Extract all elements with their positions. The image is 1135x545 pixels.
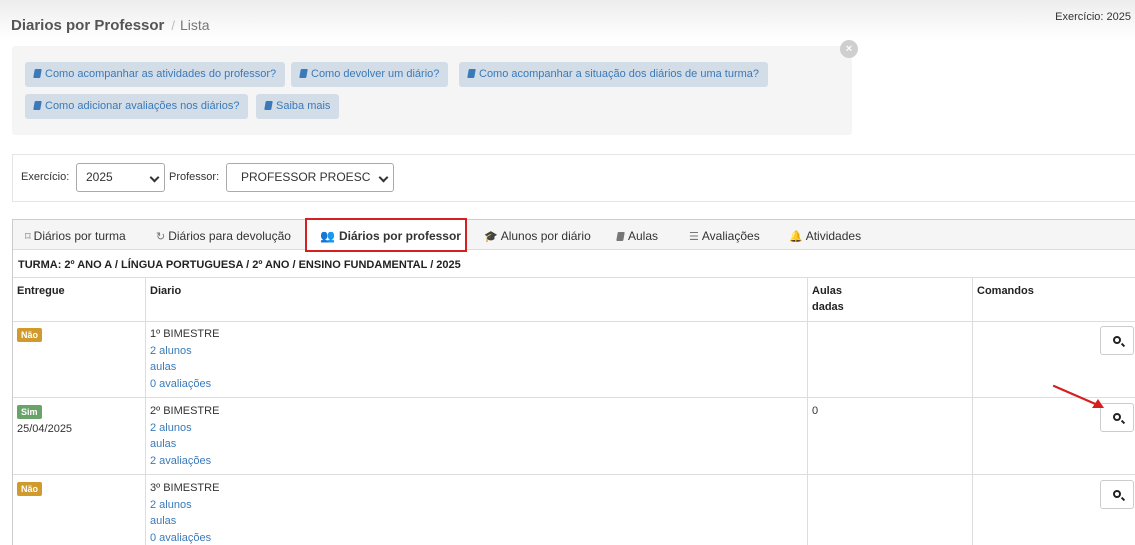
diario-cell: 2º BIMESTRE 2 alunos aulas 2 avaliações [150, 403, 219, 469]
book-icon [467, 69, 476, 78]
bimestre-label: 2º BIMESTRE [150, 405, 220, 417]
status-badge: Não [17, 482, 43, 496]
chevron-down-icon [378, 172, 389, 183]
annotation-arrow-icon [1052, 384, 1104, 408]
row-divider [13, 321, 1135, 322]
alunos-link[interactable]: 2 alunos [150, 420, 219, 437]
tab-diarios-por-professor[interactable]: 👥 Diários por professor [305, 218, 467, 252]
bookmark-icon: ⌑ [25, 231, 31, 243]
page-title: Diarios por Professor [11, 17, 165, 34]
header-comandos: Comandos [977, 285, 1034, 297]
exercicio-select[interactable]: 2025 [76, 163, 165, 192]
diario-cell: 3º BIMESTRE 2 alunos aulas 0 avaliações [150, 480, 219, 545]
entregue-cell: Não [17, 481, 43, 498]
help-link-saiba-mais[interactable]: Saiba mais [256, 94, 340, 119]
bell-icon: 🔔 [789, 231, 803, 243]
book-icon [33, 69, 42, 78]
tab-atividades[interactable]: 🔔 Atividades [789, 229, 861, 243]
entregue-date: 25/04/2025 [17, 422, 73, 435]
header-diario: Diario [150, 285, 182, 297]
professor-select[interactable]: PROFESSOR PROESC [226, 163, 394, 192]
breadcrumb: Diarios por Professor / Lista [11, 17, 210, 34]
aulas-dadas-cell: 0 [812, 405, 819, 417]
graduation-cap-icon: 🎓 [484, 231, 498, 243]
aulas-link[interactable]: aulas [150, 436, 219, 453]
close-icon[interactable]: × [840, 40, 858, 58]
help-link-avaliacoes[interactable]: Como adicionar avaliações nos diários? [25, 94, 249, 119]
book-icon [616, 232, 625, 241]
list-icon: ☰ [689, 231, 699, 243]
alunos-link[interactable]: 2 alunos [150, 343, 219, 360]
row-divider [13, 397, 1135, 398]
search-icon [1113, 413, 1121, 421]
search-button[interactable] [1100, 480, 1134, 509]
tab-diarios-para-devolucao[interactable]: ↻ Diários para devolução [156, 229, 291, 243]
search-button[interactable] [1100, 326, 1134, 355]
status-badge: Não [17, 328, 43, 342]
chevron-down-icon [149, 172, 160, 183]
breadcrumb-separator: / [171, 18, 176, 33]
help-link-situacao[interactable]: Como acompanhar a situação dos diários d… [459, 62, 769, 87]
help-link-devolver[interactable]: Como devolver um diário? [291, 62, 449, 87]
refresh-icon: ↻ [156, 231, 166, 243]
entregue-cell: Não [17, 327, 43, 344]
aulas-link[interactable]: aulas [150, 513, 219, 530]
avaliacoes-link[interactable]: 0 avaliações [150, 376, 219, 393]
tab-avaliacoes[interactable]: ☰ Avaliações [689, 229, 760, 243]
book-icon [33, 101, 42, 110]
avaliacoes-link[interactable]: 0 avaliações [150, 530, 219, 545]
search-icon [1113, 490, 1121, 498]
tab-diarios-por-turma[interactable]: ⌑ Diários por turma [25, 229, 126, 243]
status-badge: Sim [17, 405, 42, 419]
breadcrumb-current: Lista [180, 17, 210, 33]
tab-aulas[interactable]: Aulas [616, 229, 658, 243]
exercicio-indicator: Exercício: 2025 [1055, 11, 1131, 23]
bimestre-label: 3º BIMESTRE [150, 482, 220, 494]
column-divider [807, 277, 808, 545]
search-icon [1113, 336, 1121, 344]
alunos-link[interactable]: 2 alunos [150, 497, 219, 514]
help-link-atividades[interactable]: Como acompanhar as atividades do profess… [25, 62, 286, 87]
row-divider [13, 474, 1135, 475]
aulas-link[interactable]: aulas [150, 359, 219, 376]
diario-cell: 1º BIMESTRE 2 alunos aulas 0 avaliações [150, 326, 219, 392]
help-box [12, 46, 852, 135]
exercicio-label: Exercício: [21, 171, 70, 183]
column-divider [145, 277, 146, 545]
diarios-panel: ⌑ Diários por turma ↻ Diários para devoluç… [12, 218, 1135, 545]
avaliacoes-link[interactable]: 2 avaliações [150, 453, 219, 470]
turma-title: TURMA: 2º ANO A / LÍNGUA PORTUGUESA / 2º… [18, 259, 461, 271]
header-aulas-dadas: Aulas dadas [812, 285, 844, 313]
entregue-cell: Sim 25/04/2025 [17, 404, 72, 437]
column-divider [972, 277, 973, 545]
bimestre-label: 1º BIMESTRE [150, 328, 220, 340]
filters-panel: Exercício: 2025 Professor: PROFESSOR PRO… [12, 154, 1135, 202]
users-icon: 👥 [320, 229, 335, 243]
book-icon [299, 69, 308, 78]
tab-alunos-por-diario[interactable]: 🎓 Alunos por diário [484, 229, 591, 243]
header-entregue: Entregue [17, 285, 65, 297]
professor-label: Professor: [169, 171, 220, 183]
book-icon [264, 101, 273, 110]
row-divider [13, 277, 1135, 278]
